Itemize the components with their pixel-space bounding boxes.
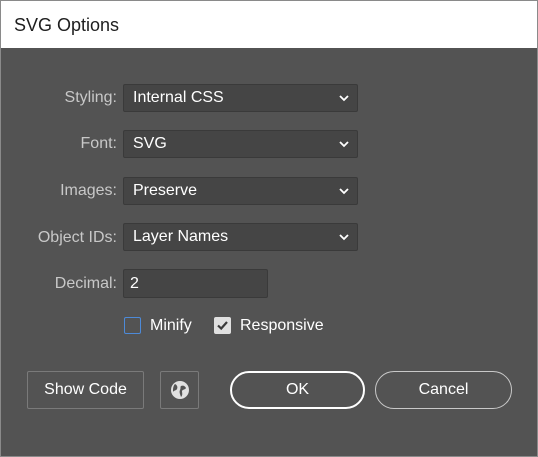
ok-button[interactable]: OK	[230, 371, 365, 409]
responsive-checkbox[interactable]	[214, 317, 231, 334]
minify-checkbox[interactable]	[124, 317, 141, 334]
styling-label: Styling:	[64, 89, 117, 106]
object-ids-label: Object IDs:	[37, 229, 117, 246]
chevron-down-icon	[339, 188, 349, 195]
images-select[interactable]: Preserve	[123, 177, 358, 205]
cancel-button[interactable]: Cancel	[375, 371, 512, 409]
object-ids-select[interactable]: Layer Names	[123, 223, 358, 251]
images-value: Preserve	[133, 182, 198, 199]
font-value: SVG	[133, 135, 167, 152]
globe-button[interactable]	[160, 371, 199, 409]
styling-select[interactable]: Internal CSS	[123, 84, 358, 112]
responsive-label: Responsive	[240, 317, 324, 334]
checkmark-icon	[217, 321, 228, 331]
dialog-title: SVG Options	[14, 15, 120, 35]
object-ids-value: Layer Names	[133, 228, 229, 245]
show-code-button[interactable]: Show Code	[27, 371, 144, 409]
decimal-input[interactable]: 2	[123, 269, 268, 298]
chevron-down-icon	[339, 141, 349, 148]
chevron-down-icon	[339, 234, 349, 241]
decimal-value: 2	[130, 275, 139, 292]
title-bar[interactable]: SVG Options	[1, 1, 537, 48]
styling-value: Internal CSS	[133, 89, 224, 106]
globe-icon	[171, 381, 189, 399]
font-select[interactable]: SVG	[123, 130, 358, 158]
images-label: Images:	[60, 182, 117, 199]
svg-options-dialog: SVG Options Styling: Internal CSS Font: …	[0, 0, 538, 457]
decimal-label: Decimal:	[54, 275, 117, 292]
font-label: Font:	[80, 135, 117, 152]
chevron-down-icon	[339, 95, 349, 102]
minify-label: Minify	[150, 317, 192, 334]
